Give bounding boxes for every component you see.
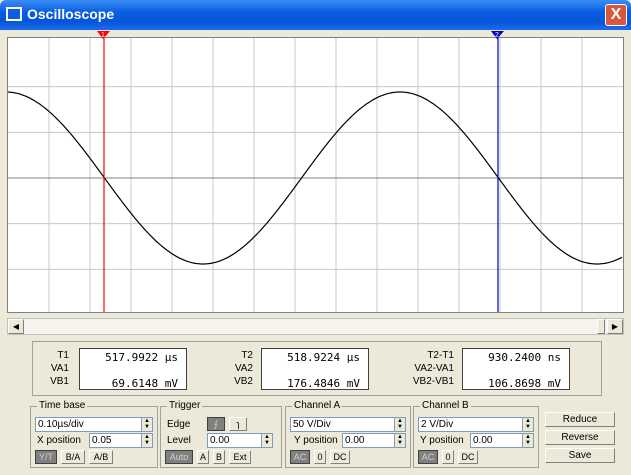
edge-label: Edge [167, 419, 191, 430]
channel-b-title: Channel B [420, 400, 471, 411]
level-label: Level [167, 435, 191, 446]
edge-rising-icon[interactable]: ⨍ [207, 417, 225, 431]
window-title: Oscilloscope [27, 6, 115, 22]
timebase-scale-value: 0.10µs/div [38, 419, 84, 430]
horizontal-scrollbar[interactable]: ◀ ▶ [7, 318, 624, 335]
channel-a-zero-button[interactable]: 0 [314, 450, 326, 464]
xpos-value: 0.05 [92, 435, 112, 446]
spinner-arrows-icon[interactable]: ▲ ▼ [394, 418, 405, 431]
channel-a-ypos-input[interactable]: 0.00 ▲ ▼ [342, 433, 406, 448]
scroll-left-icon[interactable]: ◀ [8, 319, 24, 334]
t1-readout: 517.9922 µs 69.6148 mV [79, 348, 187, 390]
mode-yt-button[interactable]: Y/T [35, 450, 57, 464]
dva-label: VA2-VA1 [414, 363, 454, 374]
channel-a-scale-select[interactable]: 50 V/Div ▲ ▼ [290, 417, 406, 432]
spinner-arrows-icon[interactable]: ▲ ▼ [141, 434, 152, 447]
xpos-label: X position [37, 435, 81, 446]
spinner-arrows-icon[interactable]: ▲ ▼ [141, 418, 152, 431]
vb2-value: 176.4846 mV [287, 377, 360, 390]
vb1-value: 69.6148 mV [111, 377, 178, 390]
reverse-button[interactable]: Reverse [545, 430, 615, 445]
spinner-arrows-icon[interactable]: ▲ ▼ [522, 418, 533, 431]
trigger-ext-button[interactable]: Ext [229, 450, 251, 464]
trigger-title: Trigger [167, 400, 203, 411]
channel-b-group: Channel B 2 V/Div ▲ ▼ Y position 0.00 ▲ ▼ AC… [413, 400, 539, 468]
t2-value: 518.9224 µs [287, 351, 360, 364]
channel-a-ac-button[interactable]: AC [290, 450, 310, 464]
delta-readout: 930.2400 ns 106.8698 mV [462, 348, 570, 390]
scroll-right-icon[interactable]: ▶ [607, 319, 623, 334]
trigger-a-button[interactable]: A [197, 450, 209, 464]
save-button[interactable]: Save [545, 448, 615, 463]
oscilloscope-screen[interactable] [7, 37, 624, 313]
timebase-group: Time base 0.10µs/div ▲ ▼ X position 0.05 ▲ ▼… [30, 400, 158, 468]
cursor-markers: 1 2 [97, 31, 504, 39]
channel-b-dc-button[interactable]: DC [458, 450, 478, 464]
channel-b-ypos-label: Y position [420, 435, 464, 446]
cursor-1-label: 1 [101, 32, 105, 39]
xpos-input[interactable]: 0.05 ▲ ▼ [89, 433, 153, 448]
mode-ba-button[interactable]: B/A [61, 450, 85, 464]
spinner-arrows-icon[interactable]: ▲ ▼ [394, 434, 405, 447]
measurement-readout: T1 VA1 VB1 517.9922 µs 69.6148 mV T2 VA2… [32, 341, 602, 396]
channel-a-group: Channel A 50 V/Div ▲ ▼ Y position 0.00 ▲ ▼ A… [285, 400, 411, 468]
dt-label: T2-T1 [427, 350, 454, 361]
scroll-thumb[interactable] [597, 319, 605, 334]
t1-label: T1 [57, 350, 69, 361]
dt-value: 930.2400 ns [488, 351, 561, 364]
reduce-button[interactable]: Reduce [545, 412, 615, 427]
title-bar: Oscilloscope X [0, 0, 631, 30]
channel-b-ypos-value: 0.00 [473, 435, 493, 446]
channel-a-scale-value: 50 V/Div [293, 419, 331, 430]
trigger-b-button[interactable]: B [213, 450, 225, 464]
trigger-auto-button[interactable]: Auto [165, 450, 193, 464]
grid [8, 38, 623, 312]
dvb-value: 106.8698 mV [488, 377, 561, 390]
t2-readout: 518.9224 µs 176.4846 mV [261, 348, 369, 390]
vb1-label: VB1 [50, 376, 69, 387]
channel-b-ypos-input[interactable]: 0.00 ▲ ▼ [470, 433, 534, 448]
trigger-group: Trigger Edge ⨍ ɿ Level 0.00 ▲ ▼ Auto A B E… [160, 400, 282, 468]
mode-ab-button[interactable]: A/B [89, 450, 113, 464]
channel-b-scale-value: 2 V/Div [421, 419, 454, 430]
window-icon [6, 7, 22, 21]
va2-label: VA2 [234, 363, 253, 374]
cursor-2-label: 2 [495, 32, 499, 39]
channel-a-title: Channel A [292, 400, 343, 411]
timebase-title: Time base [37, 400, 88, 411]
spinner-arrows-icon[interactable]: ▲ ▼ [261, 434, 272, 447]
edge-falling-icon[interactable]: ɿ [229, 417, 247, 431]
scope-display [8, 38, 623, 312]
channel-a-ypos-value: 0.00 [345, 435, 365, 446]
channel-a-ypos-label: Y position [294, 435, 338, 446]
t1-value: 517.9922 µs [105, 351, 178, 364]
level-value: 0.00 [210, 435, 230, 446]
dvb-label: VB2-VB1 [412, 376, 454, 387]
channel-b-zero-button[interactable]: 0 [442, 450, 454, 464]
t2-label: T2 [241, 350, 253, 361]
va1-label: VA1 [50, 363, 69, 374]
channel-b-ac-button[interactable]: AC [418, 450, 438, 464]
spinner-arrows-icon[interactable]: ▲ ▼ [522, 434, 533, 447]
timebase-scale-select[interactable]: 0.10µs/div ▲ ▼ [35, 417, 153, 432]
vb2-label: VB2 [234, 376, 253, 387]
channel-b-scale-select[interactable]: 2 V/Div ▲ ▼ [418, 417, 534, 432]
channel-a-dc-button[interactable]: DC [330, 450, 350, 464]
level-input[interactable]: 0.00 ▲ ▼ [207, 433, 273, 448]
close-button[interactable]: X [605, 4, 627, 26]
